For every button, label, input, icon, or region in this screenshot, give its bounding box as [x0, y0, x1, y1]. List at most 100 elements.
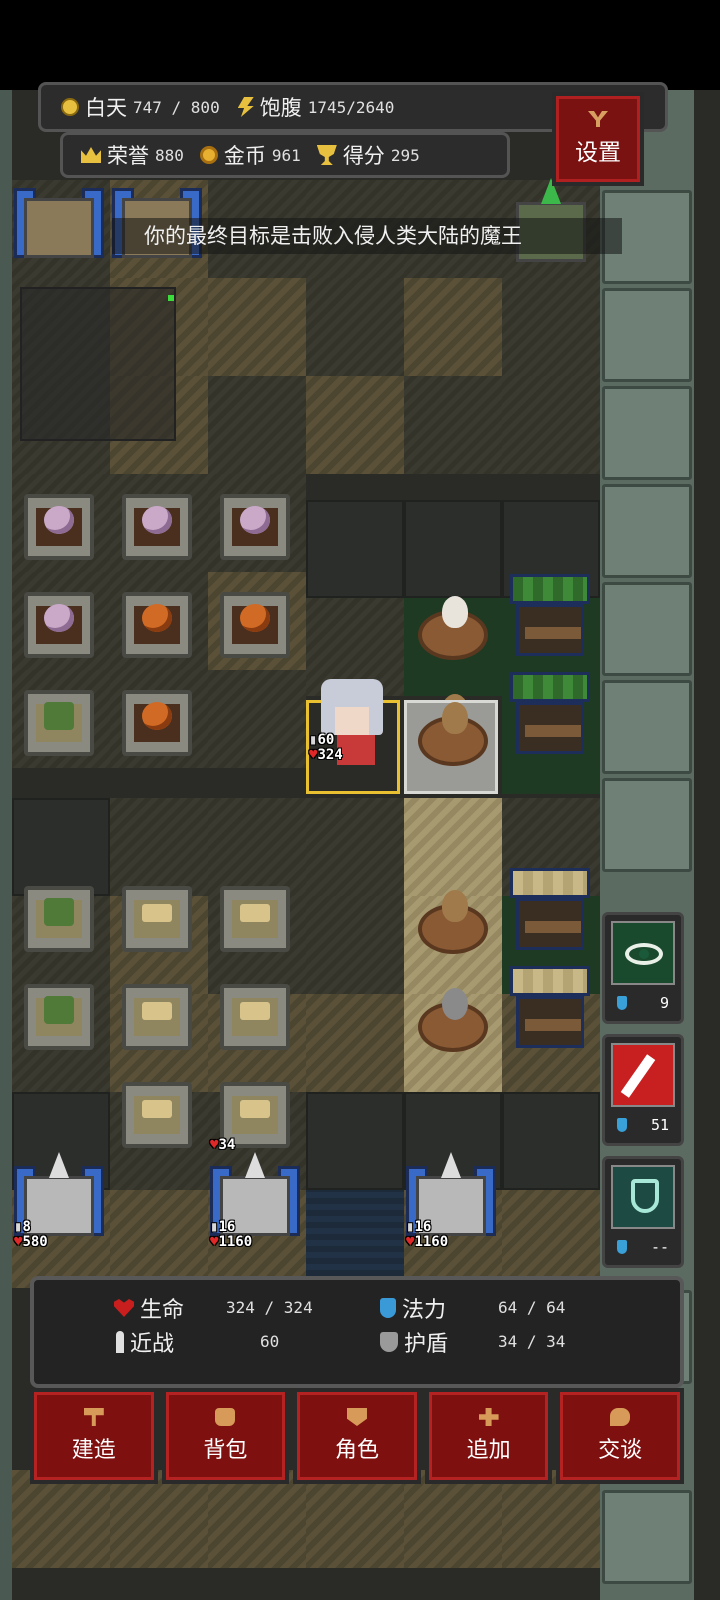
- plus-icon: [478, 1408, 499, 1426]
- castle-tower[interactable]: ▮16 ♥1160: [210, 1152, 300, 1250]
- market-stall[interactable]: [510, 966, 590, 1052]
- settings-button[interactable]: 设置: [552, 92, 644, 186]
- melee-value: 60: [260, 1332, 280, 1351]
- ground-tile[interactable]: [502, 376, 600, 474]
- egg-icon: [442, 596, 468, 628]
- hunger-icon: [237, 97, 254, 117]
- crop-turnip[interactable]: [220, 494, 290, 560]
- slash-icon: [620, 1054, 656, 1098]
- crop-turnip[interactable]: [24, 592, 94, 658]
- ground-tile[interactable]: [306, 278, 404, 376]
- stone-floor-tile[interactable]: [306, 500, 404, 598]
- crop-turnip[interactable]: [24, 494, 94, 560]
- rat-nest[interactable]: [418, 988, 488, 1052]
- sword-icon: [116, 1331, 124, 1353]
- ground-tile[interactable]: [306, 896, 404, 994]
- day-stat: 白天 747 / 800: [61, 92, 220, 122]
- stone-floor-tile[interactable]: [502, 1092, 600, 1190]
- ground-tile[interactable]: [208, 670, 306, 768]
- score-stat: 得分 295: [316, 140, 420, 170]
- animal-nest[interactable]: [418, 702, 488, 766]
- wall-block: [602, 582, 692, 676]
- crop-sprout[interactable]: [24, 690, 94, 756]
- crop-pumpkin[interactable]: [122, 690, 192, 756]
- wall-block: [602, 680, 692, 774]
- ground-tile[interactable]: [306, 798, 404, 896]
- ground-tile[interactable]: [502, 1190, 600, 1288]
- mana-stat: 法力: [380, 1292, 446, 1324]
- build-button[interactable]: 建造: [30, 1388, 158, 1484]
- water-tile[interactable]: [306, 1190, 404, 1288]
- chicken-nest[interactable]: [418, 596, 488, 660]
- player-stats: ▮60 ♥324: [309, 732, 343, 763]
- crop-sprout[interactable]: [24, 984, 94, 1050]
- talk-button[interactable]: 交谈: [556, 1388, 684, 1484]
- ground-tile[interactable]: [110, 798, 208, 896]
- stone-floor-tile[interactable]: [404, 500, 502, 598]
- crop-wheat[interactable]: [220, 886, 290, 952]
- crop-wheat[interactable]: [220, 984, 290, 1050]
- crop-wheat[interactable]: [122, 984, 192, 1050]
- shield-value: 34 / 34: [498, 1332, 566, 1351]
- ground-tile[interactable]: [404, 798, 502, 896]
- house-building[interactable]: [14, 178, 104, 268]
- objective-hint: 你的最终目标是击败入侵人类大陆的魔王: [112, 218, 622, 254]
- ground-tile[interactable]: [404, 376, 502, 474]
- life-stat: 生命: [114, 1292, 184, 1324]
- character-button[interactable]: 角色: [293, 1388, 421, 1484]
- crop-pumpkin[interactable]: [220, 592, 290, 658]
- shield-icon: [631, 1179, 659, 1213]
- life-value: 324 / 324: [226, 1298, 313, 1317]
- honor-stat: 荣誉 880: [81, 140, 184, 170]
- badge-icon: [346, 1408, 367, 1426]
- ground-tile[interactable]: [306, 376, 404, 474]
- satiety-stat: 饱腹 1745/2640: [237, 92, 394, 122]
- crop-wheat[interactable]: [122, 886, 192, 952]
- crop-sprout[interactable]: [24, 886, 94, 952]
- add-button[interactable]: 追加: [424, 1388, 553, 1484]
- status-bar-area: [0, 0, 720, 90]
- skill-vision-button[interactable]: 9: [602, 912, 684, 1024]
- castle-tower[interactable]: ▮16 ♥1160: [406, 1152, 496, 1250]
- ground-tile[interactable]: [208, 376, 306, 474]
- chicken-nest[interactable]: [418, 890, 488, 954]
- market-stall[interactable]: [510, 868, 590, 954]
- stone-floor-tile[interactable]: [12, 798, 110, 896]
- minimap-player-marker: [168, 295, 174, 301]
- mana-potion-icon: [617, 996, 627, 1010]
- crop-turnip[interactable]: [122, 494, 192, 560]
- mana-icon: [380, 1298, 396, 1318]
- ground-tile[interactable]: [110, 1190, 208, 1288]
- market-stall[interactable]: [510, 574, 590, 660]
- castle-stats: ▮16 ♥1160: [406, 1219, 449, 1250]
- eye-icon: [625, 943, 663, 965]
- player-character[interactable]: ▮60 ♥324: [306, 679, 400, 794]
- coin-icon: [199, 146, 218, 164]
- bag-button[interactable]: 背包: [161, 1388, 290, 1484]
- egg-icon: [442, 890, 468, 922]
- left-wall: [0, 90, 12, 1600]
- skill-slash-button[interactable]: 51: [602, 1034, 684, 1146]
- bag-icon: [215, 1408, 236, 1426]
- horned-animal-icon: [442, 702, 468, 734]
- action-bar: 建造 背包 角色 追加 交谈: [30, 1388, 684, 1488]
- market-stall[interactable]: [510, 672, 590, 758]
- crop-hp-label: ♥34: [210, 1137, 236, 1153]
- ground-tile[interactable]: [208, 798, 306, 896]
- crop-wheat[interactable]: [122, 1082, 192, 1148]
- character-stats-panel: 生命 324 / 324 法力 64 / 64 近战 60 护盾 34 / 34: [30, 1276, 684, 1388]
- ground-tile[interactable]: [502, 278, 600, 376]
- crop-pumpkin[interactable]: [122, 592, 192, 658]
- stone-floor-tile[interactable]: [306, 1092, 404, 1190]
- minimap[interactable]: [20, 287, 176, 441]
- sun-icon: [61, 98, 79, 116]
- ground-tile[interactable]: [208, 278, 306, 376]
- castle-stats: ▮16 ♥1160: [210, 1219, 253, 1250]
- castle-tower[interactable]: ▮8 ♥580: [14, 1152, 104, 1250]
- wall-block: [602, 484, 692, 578]
- ground-tile[interactable]: [404, 278, 502, 376]
- ground-tile[interactable]: [306, 994, 404, 1092]
- shield-stat: 护盾: [380, 1326, 448, 1358]
- skill-shield-button[interactable]: --: [602, 1156, 684, 1268]
- hammer-icon: [83, 1408, 104, 1426]
